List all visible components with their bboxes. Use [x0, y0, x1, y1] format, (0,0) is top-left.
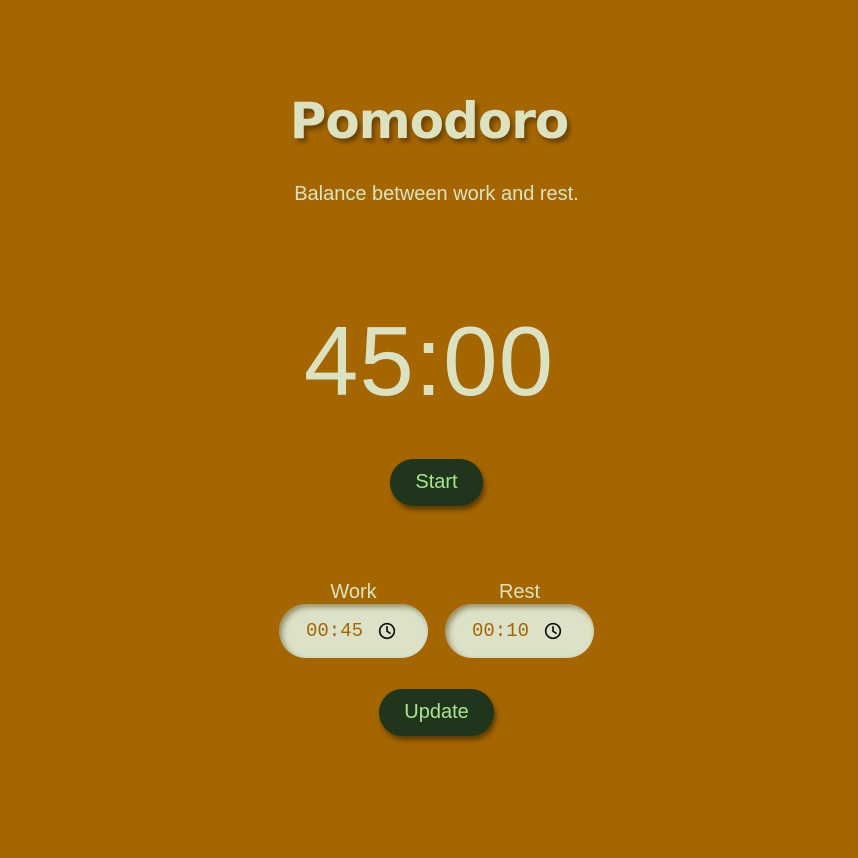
rest-time-input[interactable]: 00:10	[445, 604, 594, 658]
rest-label: Rest	[498, 581, 541, 603]
app-subtitle: Balance between work and rest.	[294, 183, 579, 205]
work-time-value: 00:45	[306, 620, 364, 642]
app-title: Pomodoro	[289, 92, 570, 150]
clock-icon[interactable]	[377, 621, 397, 641]
work-time-input[interactable]: 00:45	[279, 604, 428, 658]
update-button[interactable]: Update	[379, 689, 494, 736]
timer-display: 45:00	[303, 306, 555, 416]
start-button[interactable]: Start	[390, 459, 483, 506]
rest-time-value: 00:10	[472, 620, 530, 642]
clock-icon[interactable]	[543, 621, 563, 641]
work-label: Work	[330, 581, 377, 603]
